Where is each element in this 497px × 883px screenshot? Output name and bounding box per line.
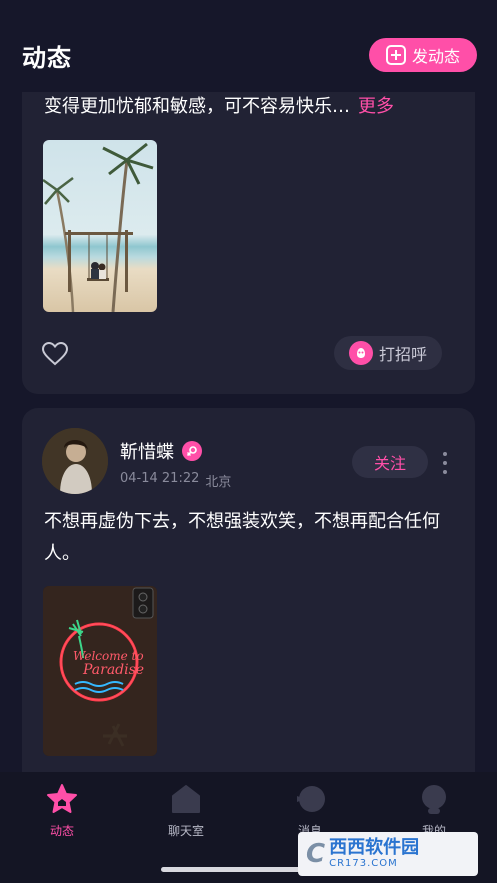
- post-card[interactable]: 靳惜蝶 04-14 21:22 北京 关注 不想再虚伪下去，不想强装欢笑，不想再…: [22, 408, 475, 828]
- watermark-logo-icon: C: [306, 839, 326, 869]
- svg-text:Welcome to: Welcome to: [73, 649, 144, 663]
- username-text: 靳惜蝶: [120, 442, 174, 463]
- tab-label: 动态: [49, 824, 74, 838]
- post-text: 变得更加忧郁和敏感，可不容易快乐… 更多: [44, 92, 394, 118]
- heart-icon[interactable]: [42, 342, 68, 366]
- more-options-icon[interactable]: [438, 452, 452, 474]
- message-icon: [297, 786, 325, 812]
- post-photo[interactable]: [43, 140, 157, 312]
- add-icon: [385, 45, 406, 65]
- more-link[interactable]: 更多: [358, 96, 394, 117]
- site-watermark: C 西西软件园 CR173.COM: [298, 832, 478, 876]
- post-card[interactable]: 变得更加忧郁和敏感，可不容易快乐… 更多 打招呼: [22, 60, 475, 394]
- top-header: 动态 发动态: [0, 0, 497, 92]
- tab-label: 聊天室: [167, 824, 204, 838]
- svg-text:Paradise: Paradise: [82, 662, 144, 678]
- chat-room-icon: [172, 785, 200, 813]
- post-moment-label: 发动态: [411, 47, 460, 66]
- page-title: 动态: [22, 44, 72, 72]
- avatar[interactable]: [42, 428, 108, 494]
- tab-chat-room[interactable]: 聊天室: [141, 782, 231, 842]
- beach-swing-photo: [43, 140, 157, 312]
- post-meta: 04-14 21:22 北京: [120, 471, 231, 490]
- wave-hand-icon: [348, 341, 373, 365]
- female-gender-icon: [182, 441, 202, 461]
- greet-button[interactable]: 打招呼: [334, 336, 442, 370]
- neon-sign-photo: Welcome to Paradise: [43, 586, 157, 756]
- post-moment-button[interactable]: 发动态: [369, 38, 477, 72]
- profile-icon: [422, 785, 446, 814]
- post-location: 北京: [205, 475, 232, 490]
- greet-label: 打招呼: [378, 345, 427, 364]
- post-date: 04-14 21:22: [120, 471, 200, 486]
- tab-moments[interactable]: 动态: [17, 782, 107, 842]
- username[interactable]: 靳惜蝶: [120, 438, 202, 464]
- star-home-icon: [47, 784, 77, 813]
- feed-screen: 动态 发动态 变得更加忧郁和敏感，可不容易快乐… 更多 打招呼 靳惜蝶 04-1…: [0, 0, 497, 883]
- watermark-main-text: 西西软件园: [329, 837, 420, 858]
- post-photo[interactable]: Welcome to Paradise: [43, 586, 157, 756]
- watermark-sub-text: CR173.COM: [329, 858, 398, 869]
- post-text: 不想再虚伪下去，不想强装欢笑，不想再配合任何人。: [44, 511, 440, 564]
- post-text-content: 变得更加忧郁和敏感，可不容易快乐…: [44, 96, 350, 117]
- follow-button[interactable]: 关注: [352, 446, 428, 478]
